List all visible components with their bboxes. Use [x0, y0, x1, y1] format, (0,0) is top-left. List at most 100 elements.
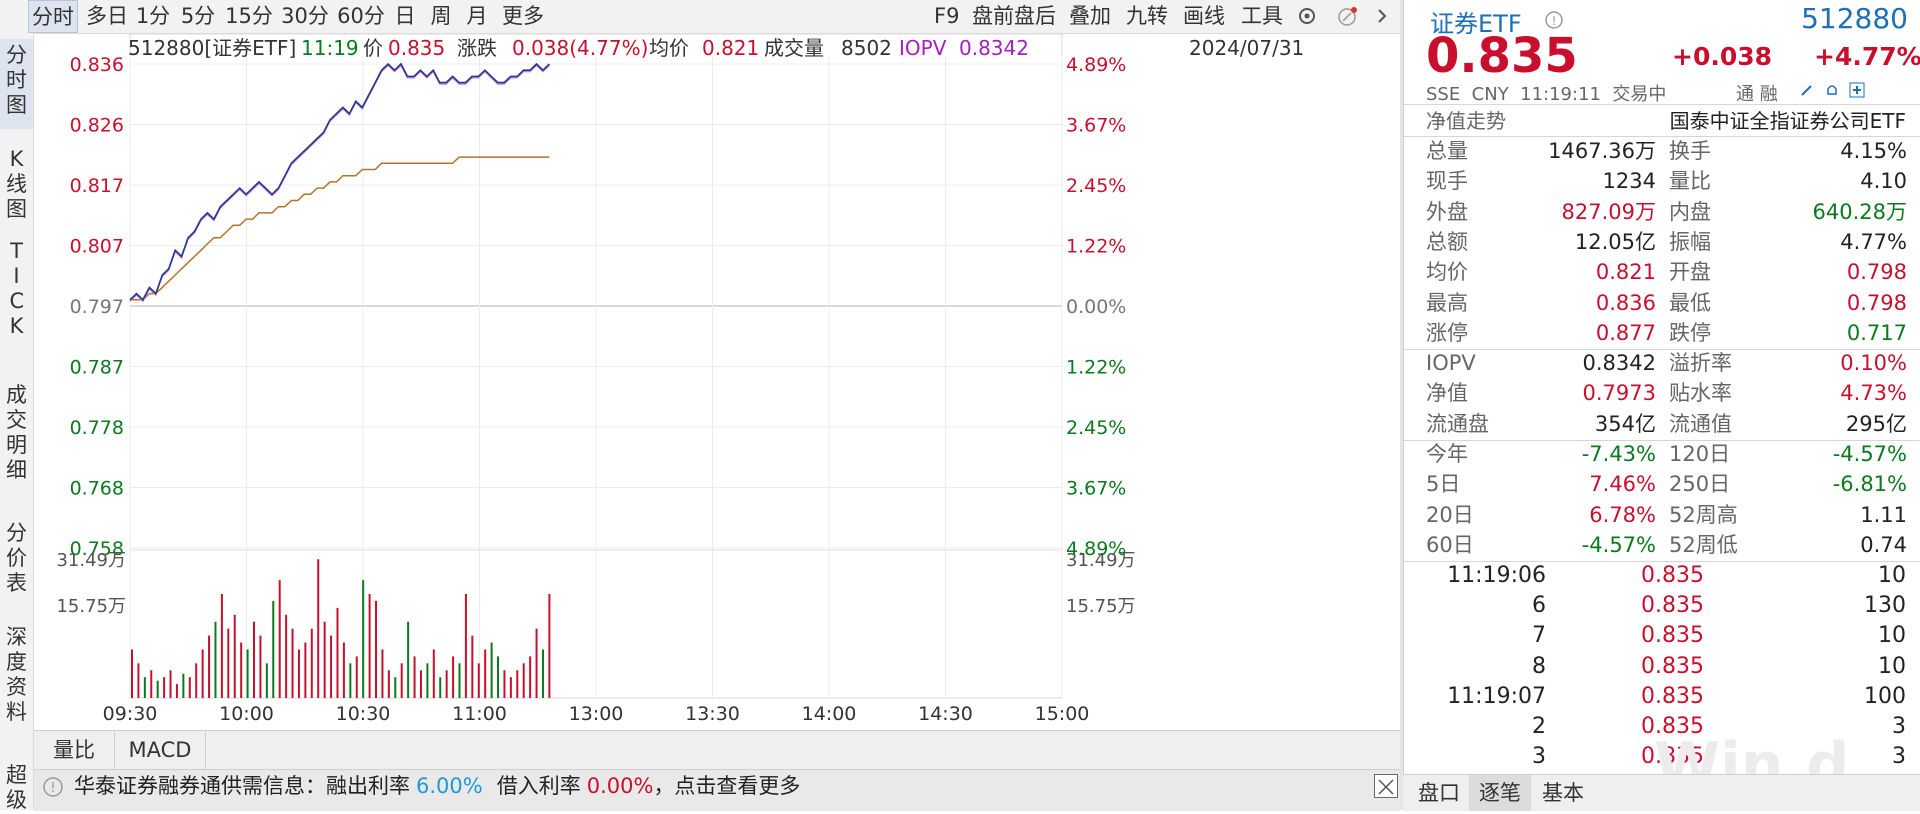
trade-date: 2024/07/31 — [1189, 36, 1305, 60]
stats-row: 均价 0.821 开盘 0.798 — [1404, 257, 1920, 287]
svg-text:!: ! — [1552, 14, 1557, 28]
tab-60min[interactable]: 60分 — [334, 0, 388, 33]
iopv-label: IOPV — [899, 36, 947, 60]
margin-flag: 通 融 — [1736, 84, 1778, 105]
vtab-kline[interactable]: K线图 — [0, 147, 33, 227]
tab-tick-by-tick[interactable]: 逐笔 — [1469, 775, 1531, 811]
alert-icon[interactable] — [1336, 0, 1360, 33]
tab-1min[interactable]: 1分 — [133, 0, 173, 33]
gear-icon[interactable] — [1296, 0, 1320, 33]
volume-label: 成交量 — [764, 36, 824, 60]
tab-volume-ratio[interactable]: 量比 — [34, 731, 115, 769]
stats-row: 现手 1234 量比 4.10 — [1404, 166, 1920, 196]
draw-button[interactable]: 画线 — [1183, 0, 1225, 33]
tab-more[interactable]: 更多 — [498, 0, 548, 33]
margin-news-bar[interactable]: ! 华泰证券融券通供需信息：融出利率 6.00% 借入利率 0.00%，点击查看更多 — [34, 769, 1400, 811]
market-status: SSE CNY 11:19:11 交易中 — [1426, 84, 1667, 105]
stat-value: 7.46% — [1589, 472, 1656, 497]
stat-value: 0.798 — [1846, 260, 1907, 285]
tab-intraday[interactable]: 分时 — [28, 0, 78, 33]
stat-label: 开盘 — [1669, 260, 1711, 285]
volume-tick-label: 15.75万 — [56, 596, 126, 617]
tick-volume: 10 — [1878, 653, 1906, 679]
y-right-tick-label: 1.22% — [1066, 236, 1126, 258]
stat-label: 量比 — [1669, 169, 1711, 194]
chevron-right-icon[interactable] — [1372, 0, 1392, 33]
tab-day[interactable]: 日 — [390, 0, 420, 33]
x-tick-label: 09:30 — [103, 703, 158, 725]
vtab-tick[interactable]: TICK — [0, 239, 33, 359]
tab-basic[interactable]: 基本 — [1535, 775, 1591, 811]
nav-trend-link[interactable]: 净值走势 — [1426, 106, 1506, 136]
tab-week[interactable]: 周 — [424, 0, 458, 33]
chart-canvas[interactable]: 0.836 4.89%0.826 3.67%0.817 2.45%0.807 1.22%… — [34, 34, 1400, 730]
tick-time: 6 — [1532, 593, 1546, 619]
tick-row: 7 0.835 10 — [1404, 621, 1920, 651]
indicator-tabs: 量比 MACD — [34, 730, 1400, 769]
stats-row: 60日 -4.57% 52周低 0.74 — [1404, 530, 1920, 560]
tick-time: 7 — [1532, 623, 1546, 649]
overlay-button[interactable]: 叠加 — [1069, 0, 1111, 33]
tick-time: 8 — [1532, 653, 1546, 679]
y-left-tick-label: 0.778 — [70, 417, 124, 439]
bell-icon[interactable] — [1824, 82, 1840, 98]
stat-value: 4.10 — [1860, 169, 1907, 194]
vtab-trade-detail[interactable]: 成交明细 — [0, 383, 33, 483]
quote-info-bar: 512880[证券ETF] 11:19 价 0.835 涨跌 0.038(4.7… — [34, 34, 1400, 62]
vtab-super[interactable]: 超级 — [0, 763, 33, 813]
add-watch-icon[interactable] — [1849, 82, 1865, 98]
edit-icon[interactable] — [1799, 82, 1815, 98]
lend-rate: 6.00% — [416, 774, 483, 798]
intraday-chart[interactable]: 0.836 4.89% 0.826 3.67% 0.817 2.45% 0.807 1.22%… — [34, 34, 1400, 730]
tab-macd[interactable]: MACD — [115, 731, 206, 769]
news-text: 华泰证券融券通供需信息：融出利率 — [74, 774, 410, 798]
tick-price: 0.835 — [1641, 653, 1704, 679]
more-link[interactable]: ，点击查看更多 — [653, 774, 800, 798]
stat-label: 52周高 — [1669, 502, 1738, 527]
stat-label: 内盘 — [1669, 199, 1711, 224]
stat-label: 换手 — [1669, 139, 1711, 163]
y-right-tick-label: 3.67% — [1066, 115, 1126, 137]
stat-value: 0.10% — [1840, 351, 1907, 376]
stat-label: 总额 — [1426, 229, 1468, 254]
tab-orderbook[interactable]: 盘口 — [1413, 775, 1465, 811]
premarket-button[interactable]: 盘前盘后 — [972, 0, 1056, 33]
stat-label: 涨停 — [1426, 320, 1468, 345]
tab-15min[interactable]: 15分 — [222, 0, 276, 33]
stat-label: 现手 — [1426, 169, 1468, 194]
tools-button[interactable]: 工具 — [1241, 0, 1283, 33]
stat-value: -6.81% — [1832, 472, 1907, 497]
iopv-line — [129, 64, 550, 303]
price-label: 价 — [363, 36, 383, 60]
x-tick-label: 10:00 — [219, 703, 274, 725]
tick-row: 11:19:07 0.835 100 — [1404, 682, 1920, 712]
stats-row: 5日 7.46% 250日 -6.81% — [1404, 469, 1920, 499]
info-circle-icon[interactable]: ! — [1544, 10, 1564, 30]
stat-label: 外盘 — [1426, 199, 1468, 224]
avg-label: 均价 — [649, 36, 689, 60]
tab-30min[interactable]: 30分 — [278, 0, 332, 33]
tab-month[interactable]: 月 — [460, 0, 494, 33]
stats-row: 涨停 0.877 跌停 0.717 — [1404, 318, 1920, 348]
f9-button[interactable]: F9 — [934, 0, 959, 33]
tab-multiday[interactable]: 多日 — [84, 0, 130, 33]
stat-value: 0.836 — [1595, 290, 1656, 315]
stats-row: IOPV 0.8342 溢折率 0.10% — [1404, 348, 1920, 378]
y-left-tick-label: 0.807 — [70, 236, 124, 258]
y-left-tick-label: 0.787 — [70, 357, 124, 379]
stats-row: 最高 0.836 最低 0.798 — [1404, 288, 1920, 318]
borrow-label: 借入利率 — [496, 774, 581, 798]
stat-label: 最高 — [1426, 290, 1468, 315]
tick-volume: 10 — [1878, 623, 1906, 649]
tab-5min[interactable]: 5分 — [176, 0, 220, 33]
close-icon[interactable] — [1374, 774, 1398, 798]
tick-row: 11:19:06 0.835 10 — [1404, 561, 1920, 591]
vtab-price-table[interactable]: 分价表 — [0, 521, 33, 597]
stat-label: 振幅 — [1669, 229, 1711, 254]
vtab-intraday[interactable]: 分时图 — [0, 39, 33, 129]
nine-turn-button[interactable]: 九转 — [1126, 0, 1168, 33]
stats-row: 20日 6.78% 52周高 1.11 — [1404, 500, 1920, 530]
stat-value: 0.8342 — [1582, 351, 1656, 376]
vtab-deep-info[interactable]: 深度资料 — [0, 625, 33, 725]
bar-price: 0.835 — [388, 36, 446, 60]
